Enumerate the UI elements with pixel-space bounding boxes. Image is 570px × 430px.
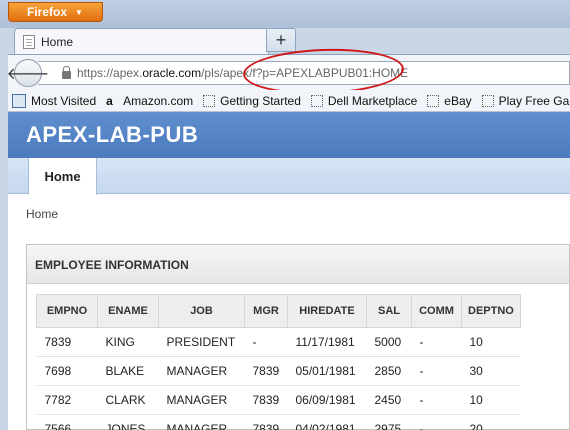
page-icon xyxy=(427,94,440,107)
bookmark-dell-marketplace[interactable]: Dell Marketplace xyxy=(310,93,418,108)
column-header-deptno[interactable]: DEPTNO xyxy=(461,294,521,328)
bookmark-label: Play Free Gam xyxy=(498,93,570,108)
bookmark-amazon[interactable]: a Amazon.com xyxy=(106,94,193,108)
page-icon xyxy=(23,34,35,49)
table-header-row: EMPNO ENAME JOB MGR HIREDATE SAL COMM DE… xyxy=(36,294,521,328)
app-tab-bar: Home xyxy=(8,158,570,195)
cell-sal: 2975 xyxy=(366,414,412,430)
cell-deptno: 10 xyxy=(461,327,521,357)
cell-job: MANAGER xyxy=(158,385,245,415)
url-path: /pls/apex/f?p=APEXLABPUB01:HOME xyxy=(201,66,409,80)
page-icon xyxy=(203,94,216,107)
back-button[interactable]: 🡐 xyxy=(7,59,49,87)
bookmark-getting-started[interactable]: Getting Started xyxy=(203,94,301,108)
table-row: 7839 KING PRESIDENT - 11/17/1981 5000 - … xyxy=(36,327,521,357)
bookmark-label: Getting Started xyxy=(220,93,301,108)
table-row: 7782 CLARK MANAGER 7839 06/09/1981 2450 … xyxy=(36,385,521,415)
cell-empno: 7566 xyxy=(36,414,98,430)
cell-sal: 2450 xyxy=(366,385,412,415)
web-page: APEX-LAB-PUB Home Home EMPLOYEE INFORMAT… xyxy=(8,112,570,430)
cell-mgr: 7839 xyxy=(244,356,288,386)
bookmark-label: Dell Marketplace xyxy=(327,93,418,108)
lock-icon xyxy=(62,65,71,79)
new-tab-button[interactable]: + xyxy=(266,28,296,52)
chevron-down-icon: ▼ xyxy=(75,7,83,17)
column-header-comm[interactable]: COMM xyxy=(411,294,462,328)
page-icon xyxy=(481,94,494,107)
table-row: 7566 JONES MANAGER 7839 04/02/1981 2975 … xyxy=(36,414,521,430)
column-header-ename[interactable]: ENAME xyxy=(97,294,159,328)
cell-mgr: - xyxy=(244,327,288,357)
url-domain: oracle.com xyxy=(142,66,202,80)
browser-tab-title: Home xyxy=(41,34,74,49)
plus-icon: + xyxy=(275,29,287,50)
cell-mgr: 7839 xyxy=(244,414,288,430)
cell-deptno: 20 xyxy=(461,414,521,430)
cell-job: MANAGER xyxy=(158,356,245,386)
navigation-bar: 🡐 https://apex.oracle.com/pls/apex/f?p=A… xyxy=(7,54,570,90)
cell-ename: CLARK xyxy=(97,385,159,415)
url-text: https://apex.oracle.com/pls/apex/f?p=APE… xyxy=(77,66,408,80)
tab-home-label: Home xyxy=(44,169,81,184)
page-icon xyxy=(310,94,323,107)
cell-sal: 5000 xyxy=(366,327,412,357)
cell-mgr: 7839 xyxy=(244,385,288,415)
tab-home[interactable]: Home xyxy=(28,158,97,195)
back-arrow-icon: 🡐 xyxy=(6,65,50,83)
app-header: APEX-LAB-PUB xyxy=(8,112,570,158)
address-bar[interactable]: https://apex.oracle.com/pls/apex/f?p=APE… xyxy=(38,61,570,85)
table-row: 7698 BLAKE MANAGER 7839 05/01/1981 2850 … xyxy=(36,356,521,386)
cell-comm: - xyxy=(411,414,462,430)
bookmark-label: Amazon.com xyxy=(123,93,194,108)
cell-empno: 7698 xyxy=(36,356,98,386)
app-title: APEX-LAB-PUB xyxy=(26,122,199,147)
cell-hiredate: 05/01/1981 xyxy=(287,356,367,386)
cell-empno: 7782 xyxy=(36,385,98,415)
bookmark-ebay[interactable]: eBay xyxy=(427,93,472,108)
bookmark-play-free-games[interactable]: Play Free Gam xyxy=(481,93,570,108)
bookmark-label: Most Visited xyxy=(31,93,97,108)
region-title: EMPLOYEE INFORMATION xyxy=(27,245,569,284)
cell-comm: - xyxy=(411,327,462,357)
cell-ename: KING xyxy=(97,327,159,357)
cell-deptno: 10 xyxy=(461,385,521,415)
bookmarks-toolbar: Most Visited a Amazon.com Getting Starte… xyxy=(8,90,570,112)
firefox-menu-label: Firefox xyxy=(27,5,68,19)
bookmark-most-visited[interactable]: Most Visited xyxy=(12,93,97,108)
browser-tab-home[interactable]: Home xyxy=(14,28,269,54)
title-bar: Firefox ▼ xyxy=(0,0,570,28)
url-prefix: https://apex. xyxy=(77,66,143,80)
breadcrumb-home: Home xyxy=(26,207,59,221)
column-header-job[interactable]: JOB xyxy=(158,294,245,328)
cell-empno: 7839 xyxy=(36,327,98,357)
cell-hiredate: 11/17/1981 xyxy=(287,327,367,357)
cell-hiredate: 04/02/1981 xyxy=(287,414,367,430)
employee-table: EMPNO ENAME JOB MGR HIREDATE SAL COMM DE… xyxy=(36,294,521,430)
cell-hiredate: 06/09/1981 xyxy=(287,385,367,415)
tab-strip: Home + xyxy=(8,28,570,54)
bookmark-label: eBay xyxy=(444,93,472,108)
cell-job: PRESIDENT xyxy=(158,327,245,357)
cell-ename: BLAKE xyxy=(97,356,159,386)
column-header-empno[interactable]: EMPNO xyxy=(36,294,98,328)
employee-region: EMPLOYEE INFORMATION EMPNO ENAME JOB MGR… xyxy=(26,244,570,430)
cell-ename: JONES xyxy=(97,414,159,430)
column-header-mgr[interactable]: MGR xyxy=(244,294,288,328)
cell-sal: 2850 xyxy=(366,356,412,386)
cell-job: MANAGER xyxy=(158,414,245,430)
breadcrumb[interactable]: Home xyxy=(26,207,58,221)
column-header-hiredate[interactable]: HIREDATE xyxy=(287,294,367,328)
gear-icon xyxy=(12,93,26,108)
column-header-sal[interactable]: SAL xyxy=(366,294,412,328)
cell-deptno: 30 xyxy=(461,356,521,386)
amazon-icon: a xyxy=(106,93,113,108)
cell-comm: - xyxy=(411,385,462,415)
firefox-menu-button[interactable]: Firefox ▼ xyxy=(8,2,103,22)
cell-comm: - xyxy=(411,356,462,386)
